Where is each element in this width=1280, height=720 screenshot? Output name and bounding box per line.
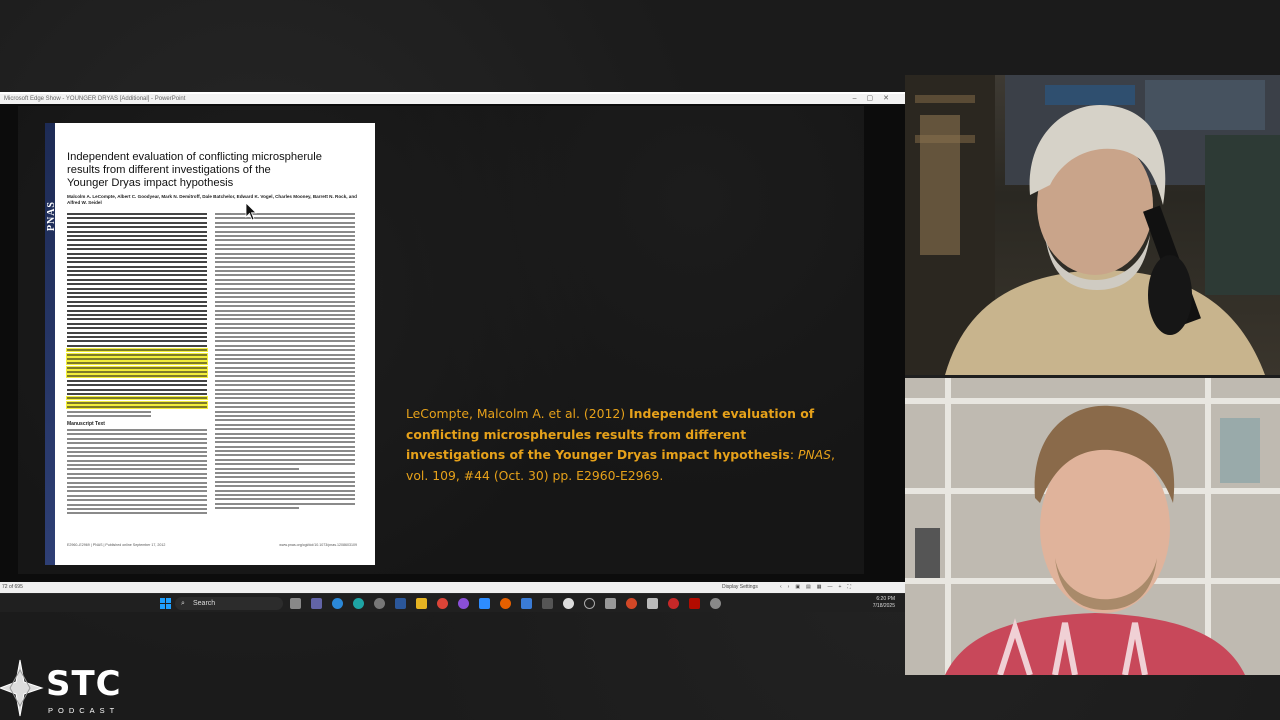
paper-title-line: Younger Dryas impact hypothesis <box>67 177 234 189</box>
host-video-frame <box>905 75 1280 375</box>
display-settings-button[interactable]: Display Settings <box>722 582 758 593</box>
guest-video-frame <box>905 378 1280 675</box>
firefox-icon[interactable] <box>500 598 511 609</box>
copilot-icon[interactable] <box>332 598 343 609</box>
logo-name: STC <box>46 664 122 704</box>
citation-text: LeCompte, Malcolm A. et al. (2012) Indep… <box>406 404 846 486</box>
presentation-slide: PNAS Independent evaluation of conflicti… <box>18 106 864 574</box>
taskbar-clock[interactable]: 6:20 PM 7/18/2025 <box>873 596 895 610</box>
section-heading: Manuscript Text <box>67 420 105 427</box>
app-icon[interactable] <box>605 598 616 609</box>
file-explorer-icon[interactable] <box>416 598 427 609</box>
window-titlebar: Microsoft Edge Show - YOUNGER DRYAS [Add… <box>0 92 905 104</box>
journal-spine <box>45 123 55 565</box>
app-icon[interactable] <box>710 598 721 609</box>
view-controls[interactable]: ‹›▣▤▦—+⛶ <box>780 582 857 593</box>
highlighted-line <box>67 349 207 352</box>
calculator-icon[interactable] <box>542 598 553 609</box>
webcam-guest <box>905 378 1280 675</box>
slideshow-statusbar: 72 of 695 Display Settings ‹›▣▤▦—+⛶ <box>0 582 905 593</box>
taskbar-search[interactable]: ⌕ Search <box>175 597 283 610</box>
app-icon[interactable] <box>521 598 532 609</box>
app-icon[interactable] <box>647 598 658 609</box>
chrome-icon[interactable] <box>437 598 448 609</box>
window-controls[interactable]: –▢✕ <box>853 94 899 104</box>
compass-star-icon <box>0 659 44 717</box>
clock-date: 7/18/2025 <box>872 603 895 609</box>
paper-column-right <box>215 213 355 512</box>
acrobat-icon[interactable] <box>689 598 700 609</box>
paper-footer-right: www.pnas.org/cgi/doi/10.1073/pnas.120860… <box>279 543 357 547</box>
paper-authors: Malcolm A. LeCompte, Albert C. Goodyear,… <box>67 194 357 205</box>
search-icon: ⌕ <box>181 600 185 607</box>
podcast-logo: STC PODCAST <box>0 656 130 720</box>
zoom-icon[interactable] <box>479 598 490 609</box>
teams-icon[interactable] <box>311 598 322 609</box>
obs-icon[interactable] <box>563 598 574 609</box>
citation-prefix: LeCompte, Malcolm A. et al. (2012) <box>406 406 630 421</box>
journal-logo: PNAS <box>46 201 57 232</box>
search-placeholder: Search <box>193 600 216 607</box>
slide-counter: 72 of 695 <box>2 584 23 590</box>
paper-title: Independent evaluation of conflicting mi… <box>67 151 357 190</box>
citation-journal: PNAS <box>797 447 832 462</box>
taskview-icon[interactable] <box>290 598 301 609</box>
logo-tagline: PODCAST <box>48 706 120 715</box>
word-icon[interactable] <box>395 598 406 609</box>
paper-footer-left: E2960–E2969 | PNAS | Published online Se… <box>67 543 166 547</box>
screen-share: Microsoft Edge Show - YOUNGER DRYAS [Add… <box>0 92 905 612</box>
media-player-icon[interactable] <box>584 598 595 609</box>
paper-title-line: Independent evaluation of conflicting mi… <box>67 151 322 163</box>
windows-taskbar: ⌕ Search 6:20 PM 7/18/2025 <box>0 593 905 612</box>
webcam-host <box>905 75 1280 375</box>
app-icon[interactable] <box>458 598 469 609</box>
paper-column-left: Manuscript Text <box>67 213 207 517</box>
window-title: Microsoft Edge Show - YOUNGER DRYAS [Add… <box>4 96 186 102</box>
citation-colon: : <box>789 447 798 462</box>
app-icon[interactable] <box>668 598 679 609</box>
clock-time: 6:20 PM <box>876 596 895 602</box>
paper-thumbnail: PNAS Independent evaluation of conflicti… <box>45 123 375 565</box>
windows-start-icon[interactable] <box>160 598 171 609</box>
paper-title-line: results from different investigations of… <box>67 164 271 176</box>
app-icon[interactable] <box>626 598 637 609</box>
edge-icon[interactable] <box>353 598 364 609</box>
mouse-cursor-icon <box>245 202 257 221</box>
settings-icon[interactable] <box>374 598 385 609</box>
